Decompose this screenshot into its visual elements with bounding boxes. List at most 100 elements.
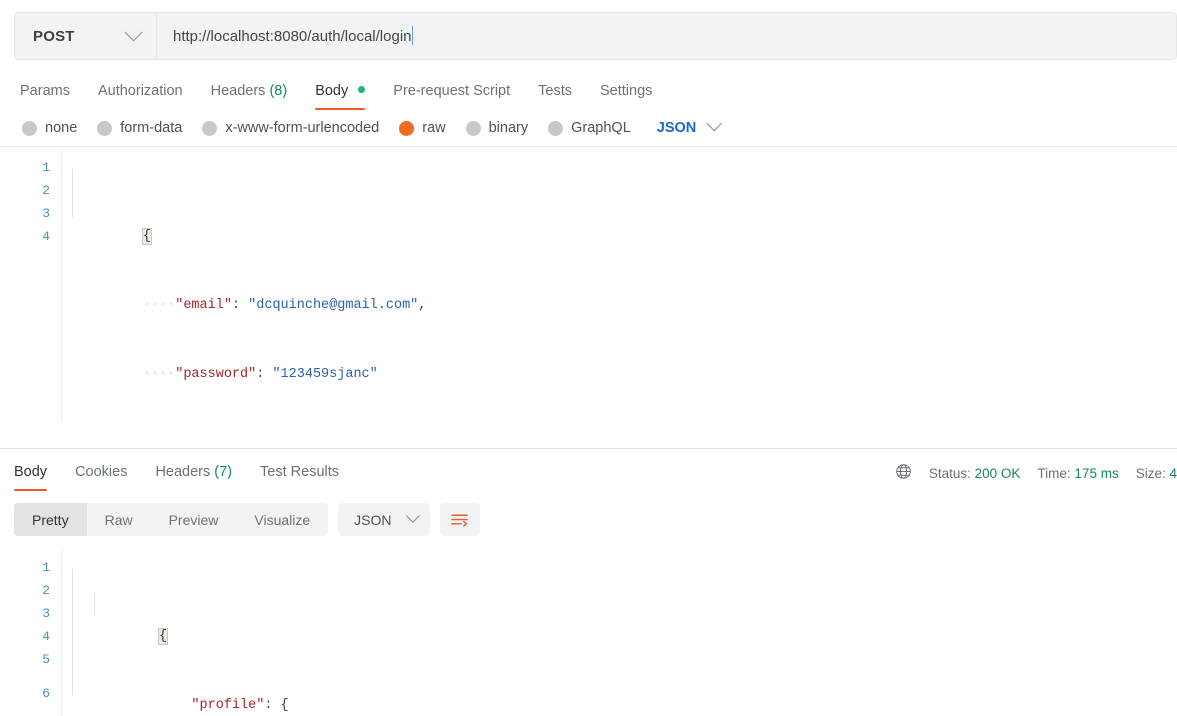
status-value: 200 OK [975, 466, 1021, 481]
response-tab-body[interactable]: Body [14, 464, 61, 491]
radio-icon [202, 121, 217, 136]
code-key: "password" [175, 367, 256, 382]
line-number: 2 [0, 179, 61, 202]
line-number: 3 [0, 602, 61, 625]
radio-icon [548, 121, 563, 136]
body-mode-binary-label: binary [489, 120, 529, 136]
size-label: Size: [1136, 466, 1166, 481]
response-format-toolbar: Pretty Raw Preview Visualize JSON [0, 491, 1177, 547]
code-key: "profile" [191, 698, 264, 713]
response-editor-gutter: 1 2 3 4 5 6 [0, 547, 62, 716]
code-sep: : [232, 298, 248, 313]
body-mode-raw[interactable]: raw [399, 120, 445, 136]
body-mode-raw-label: raw [422, 120, 445, 136]
tab-headers-label: Headers [211, 83, 266, 99]
request-body-editor[interactable]: 1 2 3 4 { ····"email": "dcquinche@gmail.… [0, 146, 1177, 422]
line-number: 6 [0, 671, 61, 716]
chevron-down-icon [124, 23, 142, 41]
line-number: 4 [0, 225, 61, 248]
code-punct: { [159, 629, 167, 644]
code-line: { [78, 202, 1177, 225]
radio-icon [22, 121, 37, 136]
code-line: { [78, 602, 1177, 625]
response-tab-test-results[interactable]: Test Results [246, 464, 353, 491]
tab-body-label: Body [315, 83, 348, 99]
response-tab-headers[interactable]: Headers (7) [141, 464, 246, 491]
status-label: Status: [929, 466, 971, 481]
status-item[interactable]: Status: 200 OK [929, 466, 1021, 481]
url-bar-row: POST http://localhost:8080/auth/local/lo… [0, 0, 1177, 70]
tab-body[interactable]: Body [301, 83, 379, 110]
view-mode-preview[interactable]: Preview [151, 503, 237, 536]
code-key: "email" [175, 298, 232, 313]
body-mode-none[interactable]: none [22, 120, 77, 136]
response-format-label: JSON [354, 512, 391, 528]
tab-settings[interactable]: Settings [586, 83, 666, 110]
view-mode-visualize-label: Visualize [254, 512, 310, 528]
body-mode-row: none form-data x-www-form-urlencoded raw… [0, 110, 1177, 146]
response-tab-body-underline [14, 489, 47, 491]
tab-tests-label: Tests [538, 83, 572, 99]
code-indent [159, 698, 191, 713]
url-input[interactable]: http://localhost:8080/auth/local/login [157, 13, 1176, 59]
response-tab-headers-count: (7) [214, 464, 232, 480]
tab-settings-label: Settings [600, 83, 652, 99]
body-mode-graphql-label: GraphQL [571, 120, 631, 136]
body-mode-graphql[interactable]: GraphQL [548, 120, 631, 136]
response-pane: Body Cookies Headers (7) Test Results [0, 448, 1177, 716]
response-tab-headers-label: Headers [155, 464, 210, 480]
view-mode-visualize[interactable]: Visualize [236, 503, 328, 536]
request-editor-code: { ····"email": "dcquinche@gmail.com", ··… [62, 147, 1177, 422]
code-sep: : [264, 698, 280, 713]
tab-pre-request-script[interactable]: Pre-request Script [379, 83, 524, 110]
tab-params[interactable]: Params [20, 83, 84, 110]
tab-authorization-label: Authorization [98, 83, 183, 99]
url-text: http://localhost:8080/auth/local/login [173, 28, 412, 45]
body-format-selector[interactable]: JSON [657, 120, 720, 136]
tab-headers-count: (8) [269, 83, 287, 99]
body-mode-form-data[interactable]: form-data [97, 120, 182, 136]
body-mode-urlencoded[interactable]: x-www-form-urlencoded [202, 120, 379, 136]
tab-headers[interactable]: Headers (8) [197, 83, 302, 110]
globe-icon[interactable] [895, 463, 912, 483]
response-format-selector[interactable]: JSON [338, 503, 429, 536]
response-view-mode-group: Pretty Raw Preview Visualize [14, 503, 328, 536]
response-tab-cookies-label: Cookies [75, 464, 127, 480]
response-tabs: Body Cookies Headers (7) Test Results [14, 464, 353, 491]
body-mode-form-data-label: form-data [120, 120, 182, 136]
size-item[interactable]: Size: 4 [1136, 466, 1177, 481]
code-indent: ···· [143, 298, 175, 313]
body-mode-binary[interactable]: binary [466, 120, 529, 136]
response-header: Body Cookies Headers (7) Test Results [0, 449, 1177, 491]
code-line: ····"password": "123459sjanc" [78, 340, 1177, 363]
tab-authorization[interactable]: Authorization [84, 83, 197, 110]
time-label: Time: [1037, 466, 1070, 481]
body-mode-none-label: none [45, 120, 77, 136]
postman-request-response-view: POST http://localhost:8080/auth/local/lo… [0, 0, 1177, 716]
time-item[interactable]: Time: 175 ms [1037, 466, 1118, 481]
line-number: 1 [0, 556, 61, 579]
code-line: ····"email": "dcquinche@gmail.com", [78, 271, 1177, 294]
tab-params-label: Params [20, 83, 70, 99]
time-value: 175 ms [1074, 466, 1118, 481]
response-editor-code: { "profile": { "email": "dcquinche@gmail… [62, 547, 1177, 716]
view-mode-preview-label: Preview [169, 512, 219, 528]
response-body-editor[interactable]: 1 2 3 4 5 6 { "profile": { "email": "dcq… [0, 547, 1177, 716]
http-method-label: POST [33, 28, 75, 45]
response-tab-cookies[interactable]: Cookies [61, 464, 141, 491]
body-modified-dot-icon [358, 86, 365, 93]
line-number: 1 [0, 156, 61, 179]
line-number: 5 [0, 648, 61, 671]
body-format-label: JSON [657, 120, 697, 136]
view-mode-pretty[interactable]: Pretty [14, 503, 87, 536]
tab-tests[interactable]: Tests [524, 83, 586, 110]
chevron-down-icon [405, 508, 419, 522]
http-method-selector[interactable]: POST [15, 13, 157, 59]
radio-icon [97, 121, 112, 136]
view-mode-pretty-label: Pretty [32, 512, 69, 528]
view-mode-raw[interactable]: Raw [87, 503, 151, 536]
line-number: 4 [0, 625, 61, 648]
wrap-lines-button[interactable] [440, 503, 480, 536]
url-bar: POST http://localhost:8080/auth/local/lo… [14, 12, 1177, 60]
radio-selected-icon [399, 121, 414, 136]
